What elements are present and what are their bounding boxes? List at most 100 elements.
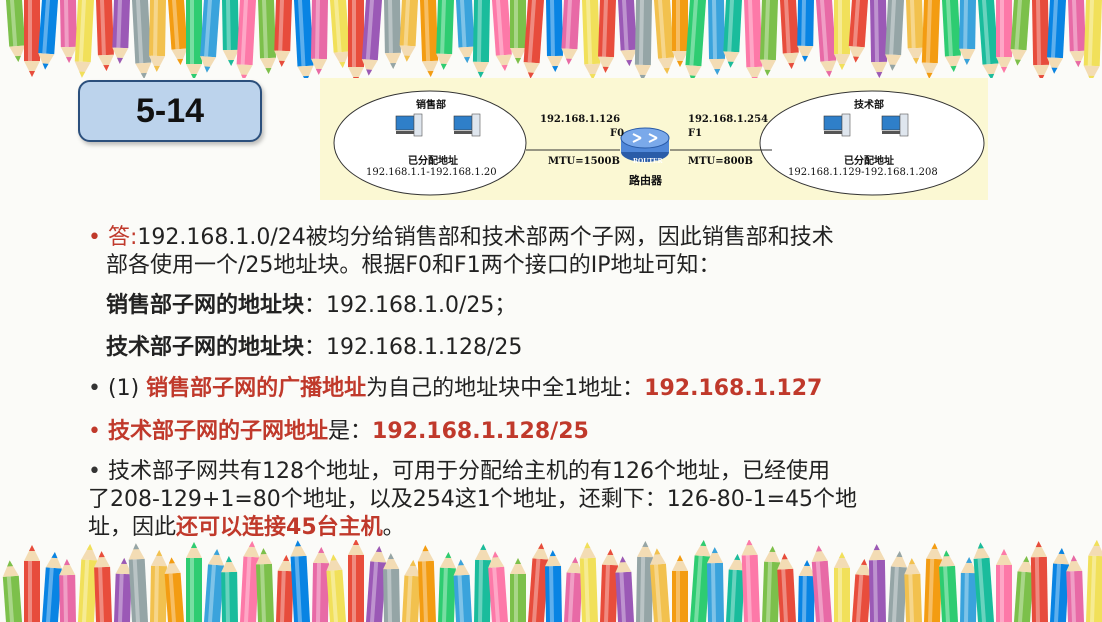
sales-block-label: 销售部子网的地址块 (106, 293, 305, 318)
pencil-decoration (797, 0, 815, 62)
pencil-decoration (869, 0, 888, 78)
pencil-decoration (5, 0, 26, 63)
pencil-decoration (290, 540, 311, 622)
tech-block-value: ：192.168.1.128/25 (304, 335, 523, 360)
computer-icon (453, 113, 481, 137)
bullet: • (88, 225, 101, 250)
q1-line: • (1) 销售部子网的广播地址为自己的地址块中全1地址：192.168.1.1… (88, 375, 822, 403)
f1-label: F1 (688, 128, 703, 139)
pencil-decoration (905, 0, 924, 65)
right-group-name: 技术部 (854, 100, 884, 111)
pencil-decoration (579, 542, 599, 622)
sales-block-value: ：192.168.1.0/25； (304, 293, 517, 318)
bullet: • (88, 459, 101, 484)
pencil-decoration (1046, 0, 1067, 74)
pencil-decoration (186, 0, 202, 78)
pencil-decoration (1083, 0, 1102, 78)
pencil-decoration (257, 0, 277, 75)
pencil-decoration (959, 0, 977, 65)
router-name: 路由器 (629, 174, 662, 187)
pencil-decoration (491, 0, 512, 72)
bullet: • (88, 376, 101, 401)
pencil-decoration (887, 550, 907, 622)
pencil-decoration (634, 0, 653, 78)
q2-line: • 技术部子网的子网地址是：192.168.1.128/25 (88, 418, 589, 446)
q1-prefix: (1) (107, 376, 147, 401)
sales-block-line: 销售部子网的地址块：192.168.1.0/25； (106, 292, 516, 320)
computer-icon (823, 113, 851, 137)
pencil-decoration (672, 0, 688, 67)
pencil-decoration (561, 0, 581, 65)
pencil-decoration (24, 545, 40, 622)
left-range: 192.168.1.1-192.168.1.20 (366, 167, 497, 178)
pencil-decoration (921, 0, 941, 78)
pencil-decoration (1067, 0, 1086, 68)
answer-text-1: 192.168.1.0/24被均分给销售部和技术部两个子网，因此销售部和技术 (137, 225, 834, 250)
pencil-decoration (617, 0, 637, 67)
pencil-decoration (24, 0, 40, 77)
pencil-decoration (236, 0, 257, 78)
pencil-border-bottom (0, 540, 1102, 622)
pencil-decoration (834, 0, 850, 70)
pencil-decoration (186, 542, 202, 622)
pencil-decoration (38, 0, 59, 70)
q3-line-2: 了208-129+1=80个地址，以及254这1个地址，还剩下：126-80-1… (88, 486, 857, 514)
right-range: 192.168.1.129-192.168.1.208 (788, 167, 938, 178)
f0-mtu: MTU=1500B (548, 156, 620, 167)
pencil-decoration (779, 0, 799, 70)
pencil-decoration (941, 0, 961, 73)
q3-text-2: 了208-129+1=80个地址，以及254这1个地址，还剩下：126-80-1… (88, 487, 858, 512)
tech-block-label: 技术部子网的地址块 (106, 335, 305, 360)
pencil-decoration (131, 0, 152, 78)
pencil-decoration (399, 0, 419, 62)
pencil-decoration (1030, 541, 1049, 622)
pencil-decoration (545, 0, 563, 73)
pencil-decoration (293, 0, 314, 78)
q3-line-3: 址，因此还可以连接45台主机。 (88, 514, 405, 542)
pencil-decoration (741, 540, 761, 622)
pencil-decoration (723, 0, 743, 68)
pencil-decoration (274, 0, 293, 67)
pencil-decoration (2, 560, 23, 622)
pencil-decoration (437, 551, 456, 622)
pencil-decoration (329, 0, 350, 69)
pencil-decoration (128, 543, 149, 622)
right-allocated-label: 已分配地址 (844, 156, 894, 167)
pencil-decoration (149, 549, 167, 622)
pencil-decoration (510, 0, 526, 64)
pencil-decoration (653, 0, 675, 75)
pencil-decoration (311, 546, 330, 622)
q2-value: 192.168.1.128/25 (372, 419, 589, 444)
q2-label: 技术部子网的子网地址 (107, 419, 328, 444)
router-icon (620, 127, 670, 162)
pencil-decoration (59, 0, 77, 64)
q1-mid: 为自己的地址块中全1地址： (366, 376, 645, 401)
pencil-decoration (417, 545, 437, 622)
q1-value: 192.168.1.127 (644, 376, 823, 401)
pencil-decoration (383, 0, 401, 70)
q3-text-1: 技术部子网共有128个地址，可用于分配给主机的有126个地址，已经使用 (107, 459, 830, 484)
pencil-decoration (996, 0, 1012, 73)
answer-line-2: 部各使用一个/25地址块。根据F0和F1两个接口的IP地址可知： (106, 252, 720, 280)
pencil-decoration (455, 0, 475, 64)
q3-line-1: • 技术部子网共有128个地址，可用于分配给主机的有126个地址，已经使用 (88, 458, 830, 486)
pencil-decoration (95, 0, 114, 72)
router-badge: ROUTER (633, 158, 663, 165)
f1-mtu: MTU=800B (688, 156, 753, 167)
pencil-decoration (598, 0, 617, 73)
pencil-decoration (743, 0, 763, 78)
pencil-decoration (834, 552, 850, 622)
q3-text-3a: 址，因此 (88, 515, 177, 540)
q3-text-3c: 。 (382, 515, 405, 540)
left-group-name: 销售部 (416, 100, 446, 111)
computer-icon (395, 113, 423, 137)
pencil-decoration (510, 558, 526, 622)
pencil-decoration (635, 540, 654, 622)
pencil-decoration (581, 0, 601, 78)
pencil-decoration (419, 0, 439, 78)
pencil-decoration (221, 0, 239, 67)
q2-mid: 是： (328, 419, 373, 444)
pencil-decoration (885, 0, 905, 71)
pencil-decoration (868, 544, 887, 622)
computer-icon (881, 113, 909, 137)
